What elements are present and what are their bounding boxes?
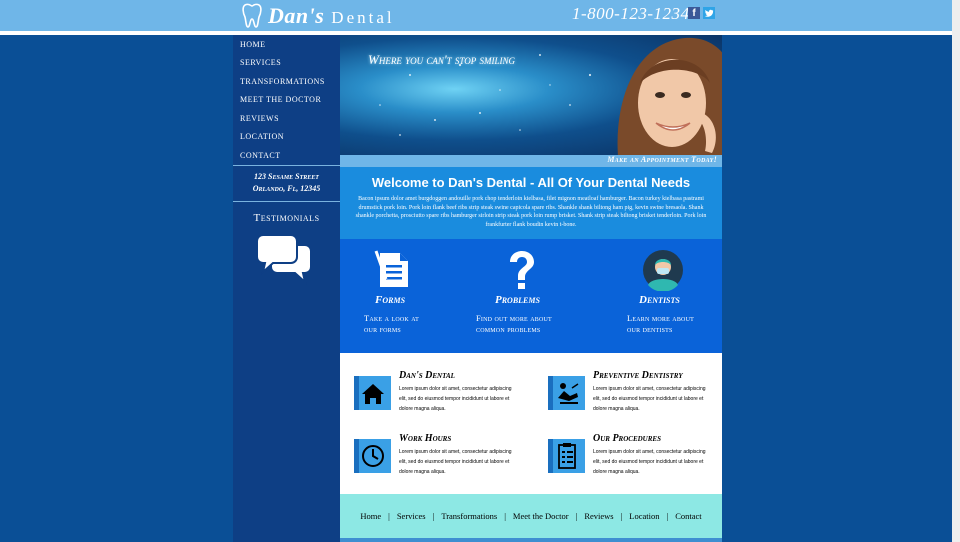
question-mark-icon xyxy=(510,251,534,289)
address-city: Orlando, Fl, 12345 xyxy=(252,183,321,193)
sidebar-item-contact[interactable]: Contact xyxy=(233,146,340,165)
card-work-hours[interactable]: Work Hours Lorem ipsum dolor sit amet, c… xyxy=(354,433,524,493)
card-body: Lorem ipsum dolor sit amet, consectetur … xyxy=(399,449,512,475)
feature-desc: Find out more about common problems xyxy=(476,313,552,335)
welcome-title: Welcome to Dan's Dental - All Of Your De… xyxy=(371,175,691,190)
sidebar-item-transformations[interactable]: Transformations xyxy=(233,72,340,91)
card-title: Work Hours xyxy=(399,433,452,444)
address-divider xyxy=(233,200,340,202)
top-bar xyxy=(0,0,952,31)
sidebar-divider xyxy=(233,164,340,166)
feature-title: Problems xyxy=(495,294,540,306)
bottom-strip xyxy=(340,538,722,542)
card-body: Lorem ipsum dolor sit amet, consectetur … xyxy=(399,386,512,412)
facebook-icon[interactable]: f xyxy=(688,7,700,19)
feature-title: Dentists xyxy=(639,294,680,306)
testimonials-heading[interactable]: Testimonials xyxy=(233,212,340,224)
footer-nav: Home | Services | Transformations | Meet… xyxy=(340,494,722,538)
feature-forms[interactable]: Forms Take a look at our forms xyxy=(364,239,484,353)
feature-desc: Learn more about our dentists xyxy=(627,313,694,335)
feature-desc-line: our dentists xyxy=(627,324,673,334)
sidebar-item-meet-the-doctor[interactable]: Meet the Doctor xyxy=(233,91,340,110)
feature-desc-line: our forms xyxy=(364,324,401,334)
feature-title: Forms xyxy=(375,294,406,306)
card-body: Lorem ipsum dolor sit amet, consectetur … xyxy=(593,386,706,412)
footer-separator: | xyxy=(432,511,435,521)
welcome-section: Welcome to Dan's Dental - All Of Your De… xyxy=(340,167,722,239)
card-body: Lorem ipsum dolor sit amet, consectetur … xyxy=(593,449,706,475)
document-icon xyxy=(374,250,408,287)
dental-chair-icon xyxy=(548,376,585,410)
feature-desc: Take a look at our forms xyxy=(364,313,419,335)
feature-problems[interactable]: Problems Find out more about common prob… xyxy=(476,239,596,353)
feature-desc-line: Find out more about xyxy=(476,313,552,323)
card-preventive-dentistry[interactable]: Preventive Dentistry Lorem ipsum dolor s… xyxy=(548,370,718,430)
footer-link-location[interactable]: Location xyxy=(629,511,659,521)
appointment-link[interactable]: Make an Appointment Today! xyxy=(607,155,717,164)
sidebar: Home Services Transformations Meet the D… xyxy=(233,35,340,542)
dentist-avatar-icon xyxy=(643,250,683,291)
footer-separator: | xyxy=(620,511,623,521)
features-section: Forms Take a look at our forms Problems … xyxy=(340,239,722,353)
card-our-procedures[interactable]: Our Procedures Lorem ipsum dolor sit ame… xyxy=(548,433,718,493)
welcome-body: Bacon ipsum dolor amet burgdoggen andoui… xyxy=(355,196,707,228)
card-title: Dan's Dental xyxy=(399,370,455,381)
footer-separator: | xyxy=(504,511,506,521)
address: 123 Sesame Street Orlando, Fl, 12345 xyxy=(233,171,340,195)
scrollbar[interactable] xyxy=(952,0,960,542)
footer-separator: | xyxy=(666,511,669,521)
feature-desc-line: Take a look at xyxy=(364,313,420,323)
footer-link-services[interactable]: Services xyxy=(397,511,426,521)
site-logo[interactable]: Dan's Dental xyxy=(242,2,395,30)
footer-link-transformations[interactable]: Transformations xyxy=(441,511,497,521)
footer-link-meet-the-doctor[interactable]: Meet the Doctor xyxy=(513,511,569,521)
info-section: Dan's Dental Lorem ipsum dolor sit amet,… xyxy=(340,353,722,494)
feature-dentists[interactable]: Dentists Learn more about our dentists xyxy=(627,239,747,353)
hero-banner: Where you can't stop smiling xyxy=(340,35,722,155)
clipboard-icon xyxy=(548,439,585,473)
phone-number[interactable]: 1-800-123-1234 xyxy=(572,4,689,24)
logo-name: Dan's xyxy=(268,3,325,28)
footer-link-reviews[interactable]: Reviews xyxy=(584,511,613,521)
smiling-woman-photo xyxy=(617,37,722,155)
feature-desc-line: common problems xyxy=(476,324,541,334)
sidebar-item-reviews[interactable]: Reviews xyxy=(233,109,340,128)
speech-bubbles-icon[interactable] xyxy=(257,231,313,287)
logo-dental: Dental xyxy=(331,8,395,27)
sidebar-item-services[interactable]: Services xyxy=(233,54,340,73)
sidebar-item-home[interactable]: Home xyxy=(233,35,340,54)
card-dans-dental[interactable]: Dan's Dental Lorem ipsum dolor sit amet,… xyxy=(354,370,524,430)
twitter-icon[interactable] xyxy=(703,7,715,19)
footer-link-contact[interactable]: Contact xyxy=(675,511,701,521)
clock-icon xyxy=(354,439,391,473)
hero-tagline: Where you can't stop smiling xyxy=(368,52,515,67)
footer-separator: | xyxy=(575,511,578,521)
footer-link-home[interactable]: Home xyxy=(360,511,381,521)
sidebar-nav: Home Services Transformations Meet the D… xyxy=(233,35,340,165)
tooth-icon xyxy=(242,3,262,28)
appointment-bar[interactable]: Make an Appointment Today! xyxy=(340,155,722,167)
house-icon xyxy=(354,376,391,410)
footer-separator: | xyxy=(388,511,390,521)
sidebar-item-location[interactable]: Location xyxy=(233,128,340,147)
address-street: 123 Sesame Street xyxy=(254,171,319,181)
card-title: Preventive Dentistry xyxy=(593,370,683,381)
card-title: Our Procedures xyxy=(593,433,661,444)
feature-desc-line: Learn more about xyxy=(627,313,694,323)
